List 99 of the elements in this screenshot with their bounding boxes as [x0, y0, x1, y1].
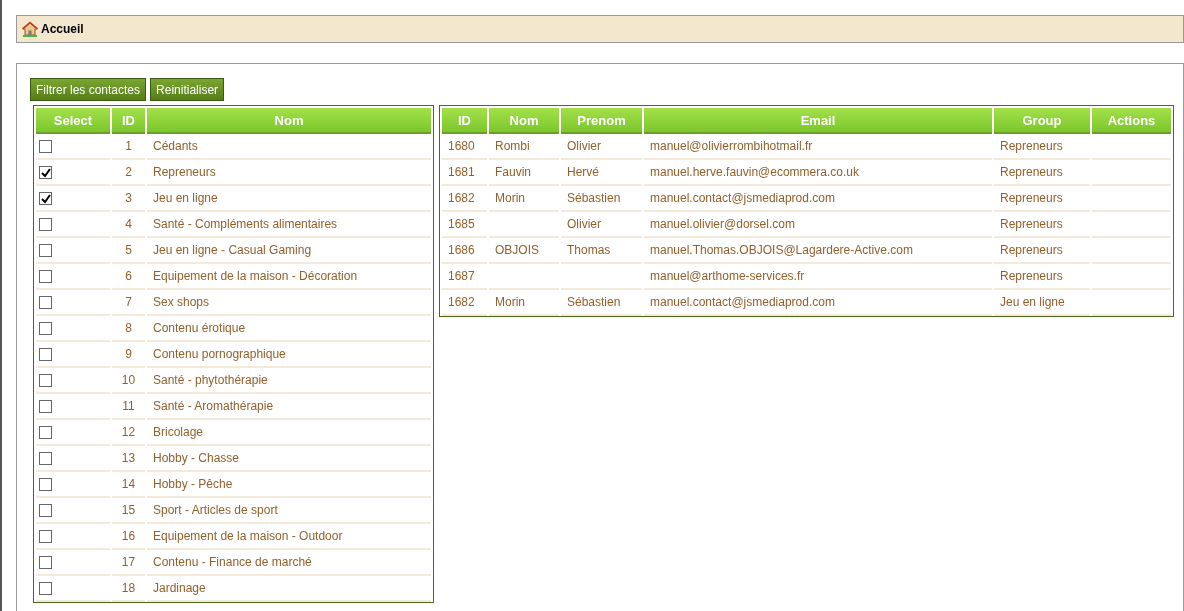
checkbox[interactable]	[39, 425, 52, 439]
table-cell: 1682	[442, 186, 487, 212]
table-cell: Rombi	[489, 134, 559, 160]
table-cell: Sport - Articles de sport	[147, 498, 431, 524]
checkbox[interactable]	[39, 503, 52, 517]
table-cell: 10	[112, 368, 145, 394]
table-cell: Cédants	[147, 134, 431, 160]
table-cell: Morin	[489, 186, 559, 212]
column-header[interactable]: Select	[36, 108, 110, 134]
table-cell: 1682	[442, 290, 487, 316]
table-cell: 13	[112, 446, 145, 472]
table-cell: 14	[112, 472, 145, 498]
table-cell: 1686	[442, 238, 487, 264]
table-cell: Equipement de la maison - Décoration	[147, 264, 431, 290]
table-cell: Sébastien	[561, 186, 642, 212]
table-cell: Contenu pornographique	[147, 342, 431, 368]
column-header[interactable]: Email	[644, 108, 992, 134]
table-cell: 18	[112, 576, 145, 602]
table-cell: Thomas	[561, 238, 642, 264]
checkbox[interactable]	[39, 477, 52, 491]
table-cell: Fauvin	[489, 160, 559, 186]
table-cell: Jeu en ligne	[994, 290, 1090, 316]
table-cell: 11	[112, 394, 145, 420]
column-header[interactable]: Nom	[147, 108, 431, 134]
table-cell: 16	[112, 524, 145, 550]
table-cell: 1685	[442, 212, 487, 238]
checkbox[interactable]	[39, 243, 52, 257]
table-cell: Repreneurs	[994, 186, 1090, 212]
table-cell: 9	[112, 342, 145, 368]
breadcrumb-link[interactable]: Accueil	[41, 22, 84, 36]
table-cell: Repreneurs	[994, 238, 1090, 264]
table-cell: Contenu érotique	[147, 316, 431, 342]
checkbox[interactable]	[39, 555, 52, 569]
checkbox[interactable]	[39, 373, 52, 387]
table-cell: Repreneurs	[994, 160, 1090, 186]
table-cell: 5	[112, 238, 145, 264]
reset-button[interactable]: Reinitialiser	[150, 78, 225, 101]
column-header[interactable]: Actions	[1092, 108, 1171, 134]
checkbox[interactable]	[39, 451, 52, 465]
column-header[interactable]: Nom	[489, 108, 559, 134]
table-cell: Repreneurs	[994, 264, 1090, 290]
table-cell: 15	[112, 498, 145, 524]
table-cell: Santé - Compléments alimentaires	[147, 212, 431, 238]
checkbox[interactable]	[39, 269, 52, 283]
table-cell: 1687	[442, 264, 487, 290]
table-cell: Hervé	[561, 160, 642, 186]
table-cell: 6	[112, 264, 145, 290]
checkbox[interactable]	[39, 529, 52, 543]
table-cell: Olivier	[561, 212, 642, 238]
table-cell: Repreneurs	[147, 160, 431, 186]
table-cell: Olivier	[561, 134, 642, 160]
house-icon	[22, 21, 38, 37]
table-cell: manuel.contact@jsmediaprod.com	[644, 186, 992, 212]
table-cell: Repreneurs	[994, 134, 1090, 160]
column-header[interactable]: ID	[112, 108, 145, 134]
table-cell: 4	[112, 212, 145, 238]
table-cell: Jeu en ligne - Casual Gaming	[147, 238, 431, 264]
table-cell: 2	[112, 160, 145, 186]
table-cell: 17	[112, 550, 145, 576]
table-cell: Repreneurs	[994, 212, 1090, 238]
column-header[interactable]: ID	[442, 108, 487, 134]
table-cell: manuel@olivierrombihotmail.fr	[644, 134, 992, 160]
table-cell: Sex shops	[147, 290, 431, 316]
table-cell: Hobby - Chasse	[147, 446, 431, 472]
table-cell: manuel.olivier@dorsel.com	[644, 212, 992, 238]
checkbox[interactable]	[39, 191, 52, 205]
table-cell: Bricolage	[147, 420, 431, 446]
table-cell: manuel@arthome-services.fr	[644, 264, 992, 290]
table-cell: 12	[112, 420, 145, 446]
checkbox[interactable]	[39, 139, 52, 153]
table-cell: Hobby - Pêche	[147, 472, 431, 498]
table-cell: OBJOIS	[489, 238, 559, 264]
table-cell: Sébastien	[561, 290, 642, 316]
checkbox[interactable]	[39, 165, 52, 179]
checkbox[interactable]	[39, 581, 52, 595]
table-cell: manuel.Thomas.OBJOIS@Lagardere-Active.com	[644, 238, 992, 264]
table-cell: 8	[112, 316, 145, 342]
column-header[interactable]: Group	[994, 108, 1090, 134]
filter-button[interactable]: Filtrer les contactes	[30, 78, 147, 101]
table-cell: 7	[112, 290, 145, 316]
table-cell: manuel.herve.fauvin@ecommera.co.uk	[644, 160, 992, 186]
table-cell: Morin	[489, 290, 559, 316]
checkbox[interactable]	[39, 217, 52, 231]
checkbox[interactable]	[39, 347, 52, 361]
table-cell: 3	[112, 186, 145, 212]
table-cell: Jeu en ligne	[147, 186, 431, 212]
table-cell: 1680	[442, 134, 487, 160]
table-cell: Contenu - Finance de marché	[147, 550, 431, 576]
table-cell: Santé - Aromathérapie	[147, 394, 431, 420]
column-header[interactable]: Prenom	[561, 108, 642, 134]
table-cell: manuel.contact@jsmediaprod.com	[644, 290, 992, 316]
table-cell: 1	[112, 134, 145, 160]
table-cell: Equipement de la maison - Outdoor	[147, 524, 431, 550]
table-cell: Santé - phytothérapie	[147, 368, 431, 394]
checkbox[interactable]	[39, 321, 52, 335]
checkbox[interactable]	[39, 295, 52, 309]
table-cell: Jardinage	[147, 576, 431, 602]
table-cell: 1681	[442, 160, 487, 186]
checkbox[interactable]	[39, 399, 52, 413]
